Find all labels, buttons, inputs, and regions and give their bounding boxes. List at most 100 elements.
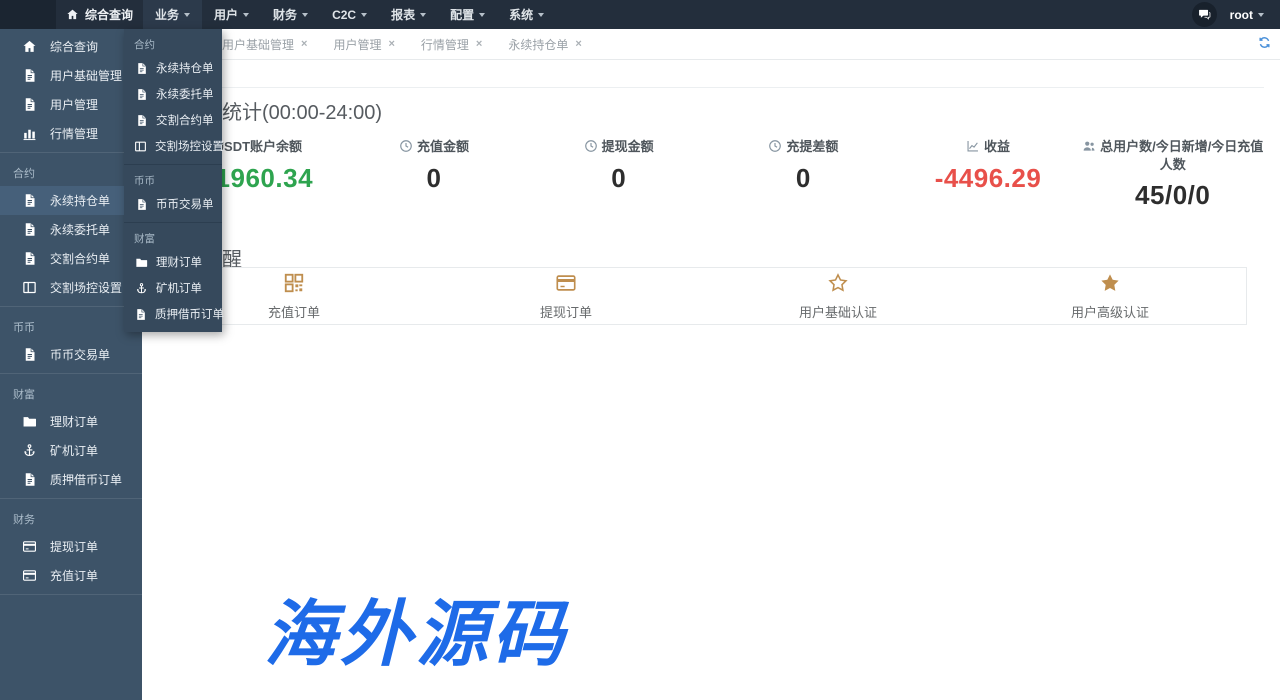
refresh-button[interactable] bbox=[1258, 36, 1271, 54]
home-icon bbox=[66, 8, 79, 21]
file-icon bbox=[21, 193, 37, 208]
stat-card-label: 总用户数/今日新增/今日充值人数 bbox=[1080, 138, 1265, 173]
tab-close-icon[interactable]: × bbox=[575, 38, 581, 50]
nav-item-label: 业务 bbox=[155, 6, 179, 23]
nav-item-system[interactable]: 系统 bbox=[497, 0, 556, 29]
nav-item-finance[interactable]: 财务 bbox=[261, 0, 320, 29]
quick-link-label: 用户高级认证 bbox=[974, 302, 1246, 321]
tab-user-management[interactable]: 用户管理× bbox=[333, 36, 394, 53]
content-divider bbox=[157, 87, 1264, 88]
stat-card-value: -4496.29 bbox=[896, 163, 1081, 194]
sidebar-section: 财富理财订单矿机订单质押借币订单 bbox=[0, 373, 142, 498]
dropdown-item-miner-orders[interactable]: 矿机订单 bbox=[124, 275, 222, 301]
star-outline-icon bbox=[827, 272, 849, 294]
nav-item-c2c[interactable]: C2C bbox=[320, 0, 379, 29]
sidebar-item-perpetual-entrust-orders[interactable]: 永续委托单 bbox=[0, 215, 142, 244]
folder-icon bbox=[134, 256, 148, 269]
quick-link-user-basic-verify[interactable]: 用户基础认证 bbox=[702, 272, 974, 321]
dropdown-item-label: 交割场控设置 bbox=[155, 138, 224, 154]
stat-card-user-counts: 总用户数/今日新增/今日充值人数45/0/0 bbox=[1080, 138, 1265, 211]
file-icon bbox=[134, 88, 148, 101]
dropdown-item-coin-trade-orders[interactable]: 币币交易单 bbox=[124, 191, 222, 217]
nav-menu: 业务 用户 财务C2C 报表 配置 系统 bbox=[143, 0, 556, 29]
sidebar-item-delivery-contract-orders[interactable]: 交割合约单 bbox=[0, 244, 142, 273]
credit-card-icon bbox=[21, 539, 37, 554]
tab-close-icon[interactable]: × bbox=[301, 38, 307, 50]
chevron-down-icon bbox=[1258, 13, 1264, 17]
file-icon bbox=[21, 97, 37, 112]
sidebar-section-header: 财务 bbox=[0, 502, 142, 532]
quick-link-withdraw-orders[interactable]: 提现订单 bbox=[430, 272, 702, 321]
stat-card-recharge-amount: 充值金额0 bbox=[342, 138, 527, 194]
tab-close-icon[interactable]: × bbox=[476, 38, 482, 50]
nav-item-report[interactable]: 报表 bbox=[379, 0, 438, 29]
sidebar-item-label: 交割合约单 bbox=[50, 250, 110, 267]
sidebar-item-label: 用户基础管理 bbox=[50, 67, 122, 84]
quick-link-user-advanced-verify[interactable]: 用户高级认证 bbox=[974, 272, 1246, 321]
sidebar-item-wealth-orders[interactable]: 理财订单 bbox=[0, 407, 142, 436]
home-icon bbox=[21, 39, 37, 54]
tabs: 用户基础管理×用户管理×行情管理×永续持仓单× bbox=[222, 36, 608, 53]
admin-dashboard: 综合查询 业务用户财务C2C报表配置系统 root 综合查询用户基础管理用户管理… bbox=[0, 0, 1280, 700]
sidebar-item-label: 币币交易单 bbox=[50, 346, 110, 363]
dropdown-section: 财富理财订单矿机订单质押借币订单 bbox=[124, 222, 222, 332]
sidebar-item-label: 矿机订单 bbox=[50, 442, 98, 459]
sidebar-item-coin-trade-orders[interactable]: 币币交易单 bbox=[0, 340, 142, 369]
tab-market-management[interactable]: 行情管理× bbox=[421, 36, 482, 53]
dropdown-item-delivery-contract-orders[interactable]: 交割合约单 bbox=[124, 107, 222, 133]
sidebar-item-user-basic-management[interactable]: 用户基础管理 bbox=[0, 61, 142, 90]
nav-item-label: 用户 bbox=[214, 6, 238, 23]
dropdown-item-wealth-orders[interactable]: 理财订单 bbox=[124, 249, 222, 275]
file-icon bbox=[21, 68, 37, 83]
file-icon bbox=[134, 62, 148, 75]
dropdown-menu-business: 合约永续持仓单永续委托单交割合约单交割场控设置币币币币交易单财富理财订单矿机订单… bbox=[124, 29, 222, 332]
hamburger-button[interactable] bbox=[0, 0, 56, 29]
stat-card-recharge-withdraw-diff: 充提差额0 bbox=[711, 138, 896, 194]
nav-brand-label: 综合查询 bbox=[85, 6, 133, 23]
nav-item-label: 配置 bbox=[450, 6, 474, 23]
nav-brand[interactable]: 综合查询 bbox=[66, 0, 133, 29]
sidebar-item-delivery-control-settings[interactable]: 交割场控设置 bbox=[0, 273, 142, 302]
dropdown-section: 币币币币交易单 bbox=[124, 164, 222, 222]
dropdown-item-perpetual-entrust-orders[interactable]: 永续委托单 bbox=[124, 81, 222, 107]
file-icon bbox=[134, 198, 148, 211]
clock-icon bbox=[584, 139, 598, 153]
file-icon bbox=[134, 308, 147, 321]
nav-item-label: 系统 bbox=[509, 6, 533, 23]
dropdown-item-perpetual-position-orders[interactable]: 永续持仓单 bbox=[124, 55, 222, 81]
sidebar-item-withdraw-orders[interactable]: 提现订单 bbox=[0, 532, 142, 561]
chat-button[interactable] bbox=[1192, 2, 1217, 27]
nav-item-label: 报表 bbox=[391, 6, 415, 23]
nav-item-business[interactable]: 业务 bbox=[143, 0, 202, 29]
sidebar-item-label: 永续委托单 bbox=[50, 221, 110, 238]
nav-item-config[interactable]: 配置 bbox=[438, 0, 497, 29]
sidebar-item-overview[interactable]: 综合查询 bbox=[0, 32, 142, 61]
user-menu[interactable]: root bbox=[1230, 8, 1264, 22]
tab-label: 永续持仓单 bbox=[508, 36, 568, 53]
sidebar-item-label: 行情管理 bbox=[50, 125, 98, 142]
tab-close-icon[interactable]: × bbox=[388, 38, 394, 50]
dropdown-item-label: 永续委托单 bbox=[156, 86, 214, 102]
quick-links-panel: 充值订单提现订单用户基础认证用户高级认证 bbox=[157, 267, 1247, 325]
sidebar-item-perpetual-position-orders[interactable]: 永续持仓单 bbox=[0, 186, 142, 215]
quick-link-label: 提现订单 bbox=[430, 302, 702, 321]
sidebar-item-label: 质押借币订单 bbox=[50, 471, 122, 488]
chevron-down-icon bbox=[420, 13, 426, 17]
refresh-icon bbox=[1258, 36, 1271, 49]
sidebar-item-recharge-orders[interactable]: 充值订单 bbox=[0, 561, 142, 590]
sidebar-item-user-management[interactable]: 用户管理 bbox=[0, 90, 142, 119]
tab-label: 用户基础管理 bbox=[222, 36, 294, 53]
columns-icon bbox=[21, 280, 37, 295]
tab-user-basic-management[interactable]: 用户基础管理 × bbox=[222, 36, 307, 53]
dropdown-item-delivery-control-settings[interactable]: 交割场控设置 bbox=[124, 133, 222, 159]
quick-link-label: 用户基础认证 bbox=[702, 302, 974, 321]
tab-perpetual-position-orders[interactable]: 永续持仓单 × bbox=[508, 36, 581, 53]
nav-item-user[interactable]: 用户 bbox=[202, 0, 261, 29]
stat-card-label: 充值金额 bbox=[342, 138, 527, 156]
dropdown-item-pledge-loan-orders[interactable]: 质押借币订单 bbox=[124, 301, 222, 327]
sidebar-item-miner-orders[interactable]: 矿机订单 bbox=[0, 436, 142, 465]
hamburger-icon bbox=[19, 8, 38, 21]
sidebar-item-market-management[interactable]: 行情管理 bbox=[0, 119, 142, 148]
credit-card-icon bbox=[21, 568, 37, 583]
sidebar-item-pledge-loan-orders[interactable]: 质押借币订单 bbox=[0, 465, 142, 494]
